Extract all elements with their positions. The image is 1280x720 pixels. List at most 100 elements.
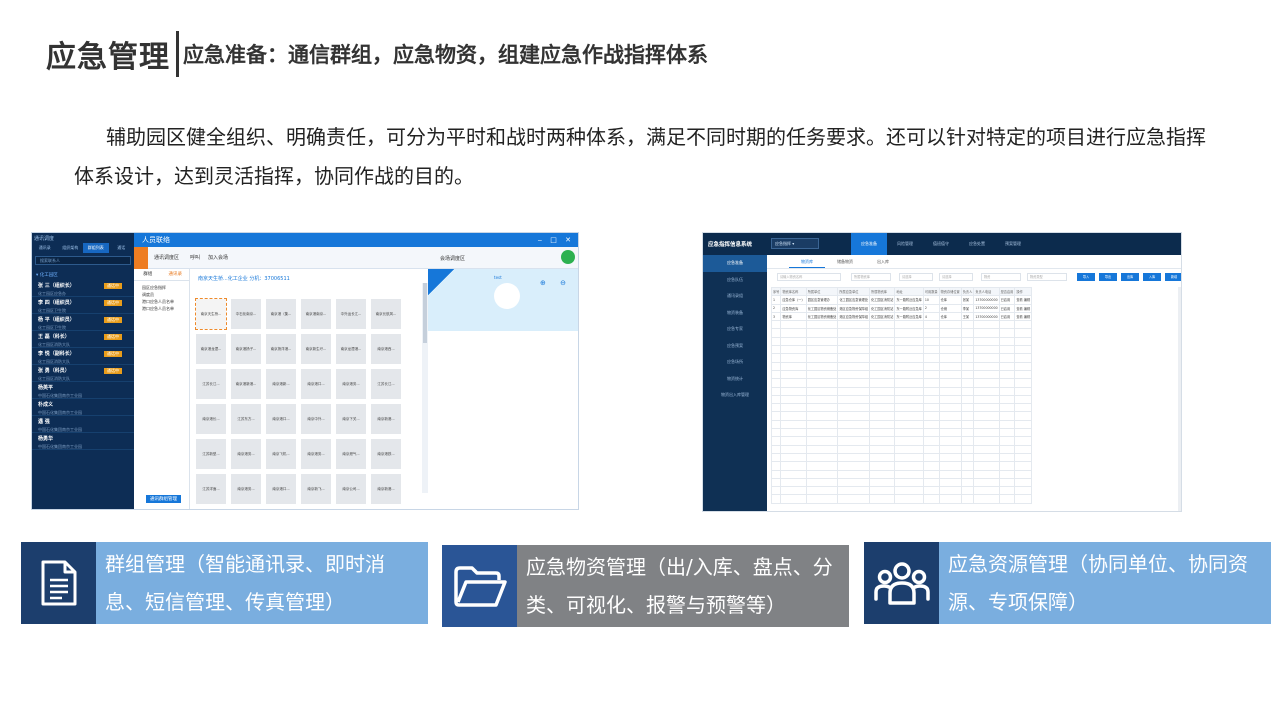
toolbar-item[interactable]: 呼叫 (190, 254, 200, 261)
contact-tile[interactable]: 南京港务... (231, 474, 261, 504)
sidebar-item[interactable]: 物资出入库管理 (703, 387, 767, 404)
sidebar-item[interactable]: 应急预案 (703, 338, 767, 355)
group-manage-button[interactable]: 通讯群组管理 (146, 495, 181, 503)
contact-tile[interactable]: 南京燃气... (336, 439, 366, 469)
import-button[interactable]: 导入 (1077, 273, 1095, 281)
contact-item[interactable]: 杨 平（组织员） 化工园区卫生院 通话中 (32, 314, 134, 331)
contact-tile[interactable]: 江苏洋面... (196, 474, 226, 504)
contact-tile[interactable]: 南京港铁... (371, 439, 401, 469)
contact-search-input[interactable]: 搜索联系人 (35, 256, 131, 265)
sidebar-tab[interactable]: 组织架构 (58, 243, 84, 253)
system-select[interactable]: 应急指挥 ▾ (771, 238, 819, 249)
contact-item[interactable]: 张 三（组织长） 化工园区应急办 通话中 (32, 280, 134, 297)
contact-item[interactable]: 王 磊（科长） 化工园区消防大队 通话中 (32, 331, 134, 348)
row-actions[interactable]: 查看 编辑 (1014, 295, 1033, 305)
tree-tab[interactable]: 群组 (134, 269, 162, 280)
contact-item[interactable]: 杨勇华 中国石化集团南京工业园 (32, 433, 134, 450)
tree-tab[interactable]: 通讯录 (162, 269, 190, 280)
contact-tile[interactable]: 中石化南京... (231, 299, 261, 329)
tree-item[interactable]: 调度员 (134, 291, 189, 298)
contact-tile[interactable]: 江苏长江... (196, 369, 226, 399)
contact-tile[interactable]: 南京新港... (371, 474, 401, 504)
contact-tile[interactable]: 南京长航风... (371, 299, 401, 329)
sidebar-tab[interactable]: 通讯录 (32, 243, 58, 253)
contact-tile[interactable]: 南京港（集... (266, 299, 296, 329)
tab[interactable]: 储备物资 (825, 255, 865, 268)
contact-tile[interactable]: 南京港南京... (301, 299, 331, 329)
contact-item[interactable]: 张 勇（科员） 化工园区消防大队 通话中 (32, 365, 134, 382)
contact-tile[interactable]: 中外运长江... (336, 299, 366, 329)
contact-tile[interactable]: 南京龙潭港... (336, 334, 366, 364)
tree-item[interactable]: 港口应急人员名单 (134, 305, 189, 312)
sidebar-item[interactable]: 应急场所 (703, 354, 767, 371)
nav-item[interactable]: 预案管理 (995, 233, 1031, 255)
contact-tile[interactable]: 南京港务... (301, 439, 331, 469)
sidebar-item[interactable]: 应急专家 (703, 321, 767, 338)
tree-item[interactable]: 港口应急人员名单 (134, 298, 189, 305)
sidebar-tab[interactable]: 通话 (109, 243, 135, 253)
toolbar-item[interactable]: 加入会场 (208, 254, 228, 261)
zoom-icons[interactable]: ⊕ ⊖ (540, 279, 572, 287)
nav-item[interactable]: 应急处置 (959, 233, 995, 255)
contact-tile[interactable]: 南京新生圩... (301, 334, 331, 364)
tree-item[interactable]: 园区应急指挥 (134, 284, 189, 291)
sidebar-tab[interactable]: 群组列表 (83, 243, 109, 253)
contact-tile[interactable]: 南京港口... (301, 369, 331, 399)
hangup-icon[interactable] (561, 250, 575, 264)
toolbar-item[interactable]: 通讯调度区 (154, 254, 179, 261)
contact-item[interactable]: 朴成义 中国石化集团南京工业园 (32, 399, 134, 416)
contact-tile[interactable]: 南京下关... (336, 404, 366, 434)
out-stock-button[interactable]: 出库 (1121, 273, 1139, 281)
filter-select[interactable]: 请选择 (899, 273, 933, 281)
contact-tile[interactable]: 南京港西... (371, 334, 401, 364)
contact-item[interactable]: 李 悦（副科长） 化工园区消防大队 通话中 (32, 348, 134, 365)
contact-tile[interactable]: 南京港务... (336, 369, 366, 399)
contact-tile[interactable]: 南京港扬子... (231, 334, 261, 364)
contact-tile[interactable]: 南京港务... (231, 439, 261, 469)
nav-item[interactable]: 应急准备 (851, 233, 887, 255)
sidebar-item[interactable]: 应急队伍 (703, 272, 767, 289)
contact-tile[interactable]: 南京港长... (196, 404, 226, 434)
contact-tile[interactable]: 江苏新型... (196, 439, 226, 469)
filter-select[interactable]: 物资类型 (1027, 273, 1067, 281)
sidebar-item[interactable]: 物资统计 (703, 371, 767, 388)
phone-icon[interactable] (134, 247, 148, 269)
add-button[interactable]: 新增 (1165, 273, 1181, 281)
filter-select[interactable]: 请选择 (939, 273, 973, 281)
table-scrollbar[interactable] (1178, 287, 1181, 511)
export-button[interactable]: 导出 (1099, 273, 1117, 281)
sidebar-item[interactable]: 应急准备 (703, 255, 767, 272)
contact-tile[interactable]: 南京港新港... (231, 369, 261, 399)
contact-item[interactable]: 杨英平 中国石化集团南京工业园 (32, 382, 134, 399)
contact-tile[interactable]: 南京新港... (371, 404, 401, 434)
contact-tile[interactable]: 南京飞机... (266, 439, 296, 469)
contact-item[interactable]: 李 四（组织员） 化工园区卫生院 通话中 (32, 297, 134, 314)
sidebar-item[interactable]: 物资装备 (703, 305, 767, 322)
contact-tile[interactable]: 江苏长江... (371, 369, 401, 399)
in-stock-button[interactable]: 入库 (1143, 273, 1161, 281)
contact-tile[interactable]: 南京中外... (301, 404, 331, 434)
contact-tile[interactable]: 南京港新... (266, 369, 296, 399)
sidebar-item[interactable]: 通讯录组 (703, 288, 767, 305)
contact-tile[interactable]: 南京扬洋港... (266, 334, 296, 364)
contact-group-label[interactable]: ▾ 化工园区 (32, 268, 134, 280)
nav-item[interactable]: 值班值守 (923, 233, 959, 255)
filter-input[interactable]: 请输入物资名称 (777, 273, 841, 281)
tab[interactable]: 物资库 (789, 255, 825, 268)
contact-tile[interactable]: 南京新飞... (301, 474, 331, 504)
contact-item[interactable]: 遇 强中国石化集团南京工业园 (32, 416, 134, 433)
table-row[interactable]: 3 物资库 化工园区物资储备处 港区应急物资保障组 化工园区消防站 东一路附近应急库 4 仓库… (770, 311, 1033, 322)
contact-tile[interactable]: 南京天生桥... (195, 298, 227, 330)
table-row[interactable]: 2 应急物资库 化工园区物资储备处 港区应急物资保障组 化工园区消防站 东一路附近应急库 2… (770, 303, 1033, 313)
contact-tile[interactable]: 南京港口... (266, 404, 296, 434)
contact-tile[interactable]: 南京港龙潭... (196, 334, 226, 364)
row-actions[interactable]: 查看 编辑 (1014, 303, 1033, 313)
table-row[interactable]: 1 应急仓库（一） 园区应急管理办 化工园区应急管理处 化工园区消防站 东一路附近应急库 1… (770, 295, 1033, 305)
tab[interactable]: 出入库 (865, 255, 901, 268)
window-controls[interactable]: ‒ □ ✕ (538, 233, 574, 247)
filter-select[interactable]: 所属物资库 (851, 273, 891, 281)
contact-tile[interactable]: 江苏东方... (231, 404, 261, 434)
filter-select[interactable]: 物资 (981, 273, 1021, 281)
nav-item[interactable]: 风险管理 (887, 233, 923, 255)
row-actions[interactable]: 查看 编辑 (1014, 311, 1033, 322)
